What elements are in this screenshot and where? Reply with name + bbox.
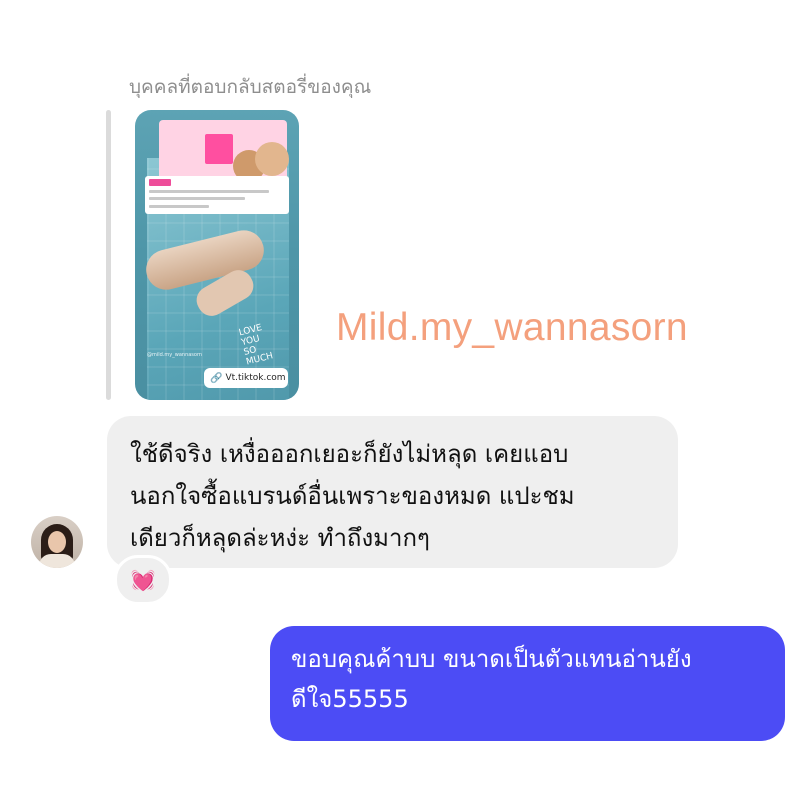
heart-reaction[interactable]: 💓 (114, 555, 172, 605)
outgoing-message-bubble[interactable]: ขอบคุณค้าบบ ขนาดเป็นตัวแทนอ่านยัง ดีใจ55… (270, 626, 785, 741)
story-link-chip[interactable]: 🔗 Vt.tiktok.com (204, 368, 288, 388)
love-doodle: LOVE YOU SO MUCH (238, 317, 298, 376)
avatar[interactable] (31, 516, 83, 568)
link-icon: 🔗 (210, 372, 223, 384)
shop-tag (149, 179, 171, 186)
link-chip-label: Vt.tiktok.com (225, 373, 286, 383)
incoming-message-bubble[interactable]: ใช้ดีจริง เหงื่อออกเยอะก็ยังไม่หลุด เคยแ… (107, 416, 678, 568)
story-thumbnail[interactable]: LOVE YOU SO MUCH @mild.my_wannasorn 🔗 Vt… (135, 110, 299, 400)
shop-product-strip (145, 176, 289, 214)
product-pad-right (255, 142, 289, 176)
shop-text-line (149, 197, 245, 200)
message-line: ดีใจ55555 (291, 685, 409, 713)
message-line: ขอบคุณค้าบบ ขนาดเป็นตัวแทนอ่านยัง (291, 645, 692, 673)
product-box (205, 134, 233, 164)
shop-text-line (149, 190, 269, 193)
message-line: ใช้ดีจริง เหงื่อออกเยอะก็ยังไม่หลุด เคยแ… (130, 440, 569, 468)
story-handle: @mild.my_wannasorn (147, 352, 203, 358)
story-reply-caption: บุคคลที่ตอบกลับสตอรี่ของคุณ (129, 76, 372, 98)
message-line: เดียวก็หลุดล่ะหง่ะ ทำถึงมากๆ (130, 524, 430, 552)
watermark-text: Mild.my_wannasorn (336, 306, 688, 349)
avatar-body (39, 554, 75, 568)
avatar-face (48, 531, 66, 553)
reply-indicator-bar (106, 110, 111, 400)
shop-text-line (149, 205, 209, 208)
message-line: นอกใจซื้อแบรนด์อื่นเพราะของหมด แปะชม (130, 482, 575, 510)
